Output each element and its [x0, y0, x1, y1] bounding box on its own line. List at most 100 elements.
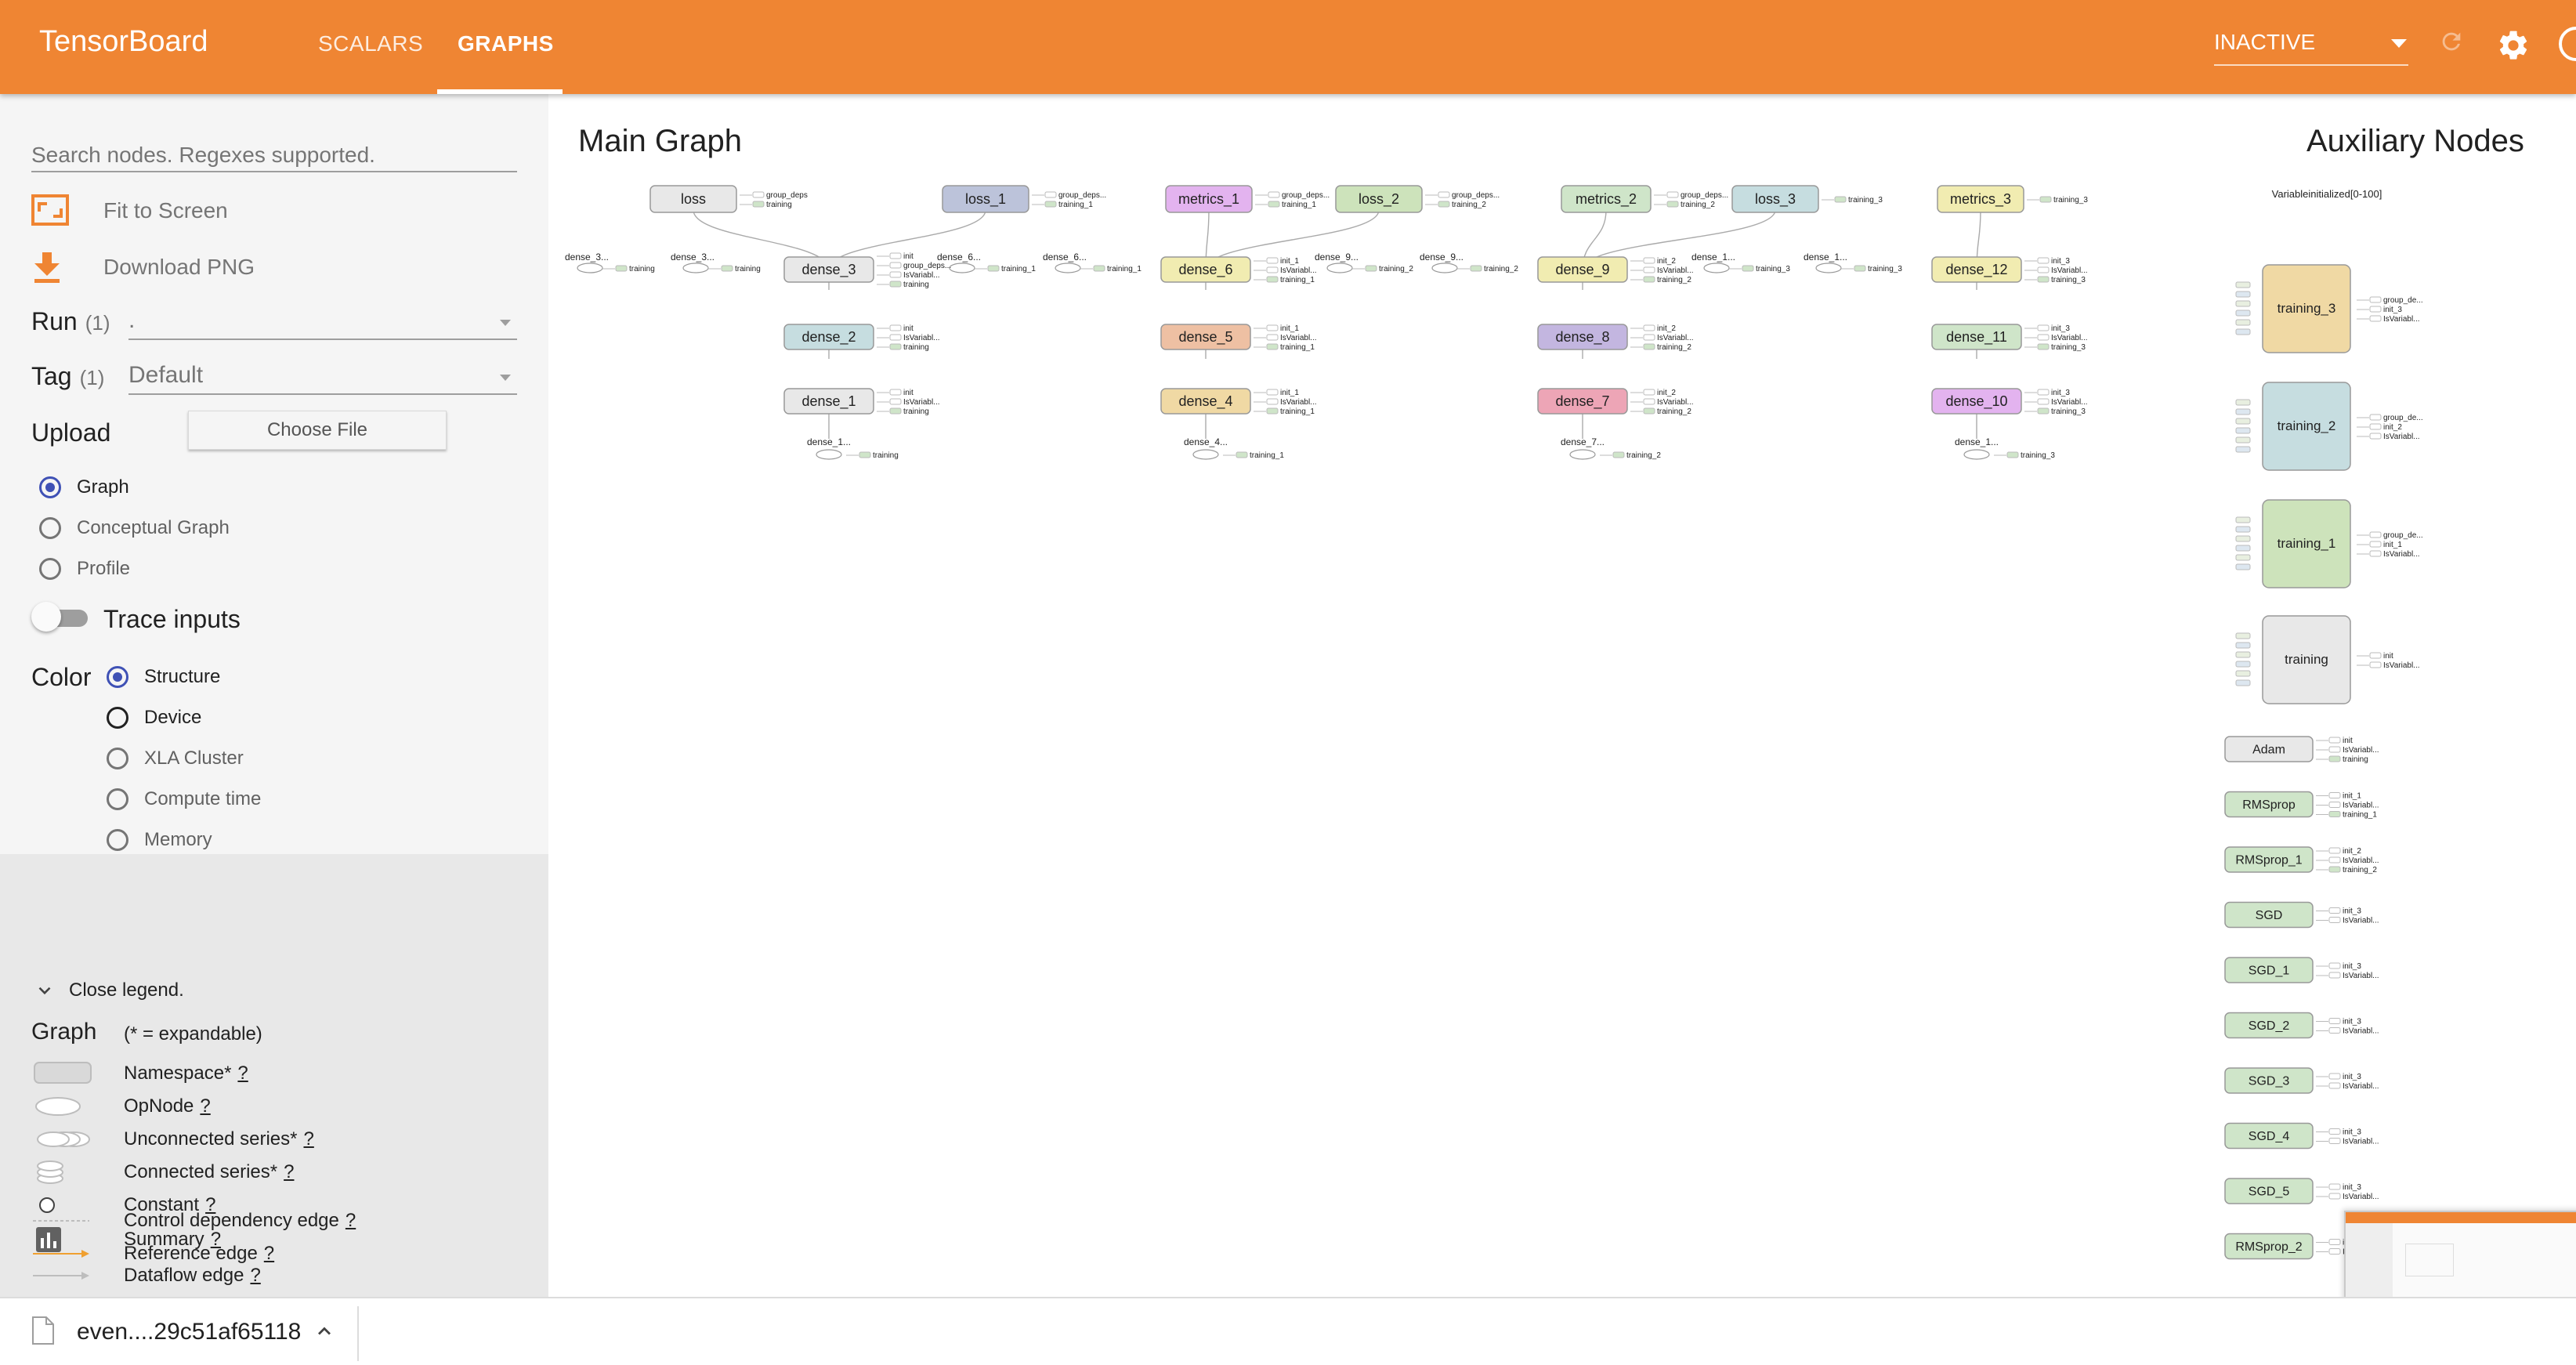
- graph-svg[interactable]: dense_3...trainingdense_3...trainingdens…: [548, 94, 2576, 1297]
- help-link[interactable]: ?: [200, 1095, 210, 1117]
- graph-canvas[interactable]: Main Graph Auxiliary Nodes dense_3... tra…: [548, 94, 2576, 1363]
- radio-color-structure[interactable]: Structure: [107, 666, 220, 688]
- gear-icon[interactable]: [2496, 28, 2531, 63]
- radio-color-xla-cluster[interactable]: XLA Cluster: [107, 748, 244, 769]
- series-node: [2235, 526, 2251, 533]
- node-label: SGD_4: [2249, 1130, 2290, 1143]
- reload-icon[interactable]: [2438, 28, 2465, 55]
- help-link[interactable]: ?: [303, 1128, 313, 1150]
- op-node[interactable]: dense_3... training: [565, 252, 655, 273]
- node-label: dense_4: [1178, 393, 1232, 410]
- tab-scalars[interactable]: SCALARS: [318, 31, 423, 56]
- series-node: [2328, 907, 2341, 914]
- aux-node-training_2[interactable]: training_2 group_de...init_2IsVariabl...: [2235, 382, 2423, 471]
- graph-node-dense_12[interactable]: dense_12 init_3IsVariabl...training_3: [1931, 256, 2088, 284]
- chevron-up-icon[interactable]: [313, 1320, 335, 1342]
- graph-node-loss_3[interactable]: loss_3 training_3: [1731, 185, 1883, 213]
- op-node[interactable]: dense_6... training_1: [937, 252, 1036, 273]
- op-node-shape: [1815, 262, 1842, 273]
- download-png-button[interactable]: Download PNG: [31, 248, 255, 287]
- graph-node-dense_4[interactable]: dense_4 init_1IsVariabl...training_1: [1160, 388, 1317, 416]
- side-node-label: training: [903, 281, 929, 289]
- aux-node-Adam[interactable]: Adam initIsVariabl...training: [2224, 736, 2379, 764]
- series-node: [1643, 324, 1655, 331]
- downloaded-file-name[interactable]: even....29c51af65118: [77, 1319, 301, 1345]
- aux-node-training[interactable]: training initIsVariabl...: [2235, 615, 2420, 704]
- help-icon[interactable]: [2559, 27, 2576, 61]
- series-node: [2328, 866, 2341, 873]
- aux-node-RMSprop_1[interactable]: RMSprop_1 init_2IsVariabl...training_2: [2224, 846, 2379, 874]
- radio-graph[interactable]: Graph: [39, 476, 129, 498]
- radio-profile-label: Profile: [77, 558, 131, 579]
- aux-node-SGD_5[interactable]: SGD_5 init_3IsVariabl...: [2224, 1178, 2379, 1204]
- op-node-shape: [1963, 449, 1990, 460]
- graph-node-dense_3[interactable]: dense_3 initgroup_deps...IsVariabl...trai…: [783, 252, 951, 289]
- op-node[interactable]: dense_4... training_1: [1184, 436, 1284, 460]
- choose-file-button[interactable]: Choose File: [188, 411, 447, 450]
- graph-node-dense_5[interactable]: dense_5 init_1IsVariabl...training_1: [1160, 324, 1317, 352]
- graph-node-loss[interactable]: loss group_depstraining: [649, 185, 808, 213]
- op-node[interactable]: dense_3... training: [671, 252, 761, 273]
- run-status-select[interactable]: INACTIVE: [2214, 30, 2315, 55]
- graph-node-dense_11[interactable]: dense_11 init_3IsVariabl...training_3: [1931, 324, 2088, 352]
- series-node: [1268, 191, 1280, 198]
- op-node-shape: [1192, 449, 1219, 460]
- node-label: metrics_3: [1950, 191, 2011, 208]
- help-link[interactable]: ?: [237, 1063, 248, 1084]
- aux-node-training_1[interactable]: training_1 group_de...init_1IsVariabl...: [2235, 499, 2423, 588]
- fit-to-screen-button[interactable]: Fit to Screen: [31, 191, 228, 230]
- op-node[interactable]: dense_6... training_1: [1043, 252, 1141, 273]
- radio-conceptual-graph[interactable]: Conceptual Graph: [39, 517, 230, 539]
- aux-node-SGD[interactable]: SGD init_3IsVariabl...: [2224, 901, 2379, 929]
- radio-profile[interactable]: Profile: [39, 558, 130, 580]
- op-node[interactable]: dense_9... training_2: [1315, 252, 1413, 273]
- run-count: (1): [85, 311, 110, 335]
- radio-color-memory[interactable]: Memory: [107, 829, 212, 851]
- op-node[interactable]: dense_7... training_2: [1561, 436, 1661, 460]
- aux-node-SGD_2[interactable]: SGD_2 init_3IsVariabl...: [2224, 1012, 2379, 1039]
- graph-node-dense_7[interactable]: dense_7 init_2IsVariabl...training_2: [1537, 388, 1694, 416]
- tab-graphs[interactable]: GRAPHS: [458, 31, 554, 56]
- chevron-down-icon[interactable]: [2391, 39, 2407, 48]
- help-link[interactable]: ?: [264, 1243, 274, 1264]
- op-node[interactable]: dense_1... training_3: [1955, 436, 2055, 460]
- series-node: [2006, 451, 2019, 458]
- series-node: [2328, 1239, 2341, 1245]
- graph-node-dense_1[interactable]: dense_1 initIsVariabl...training: [783, 388, 940, 416]
- aux-node-SGD_4[interactable]: SGD_4 init_3IsVariabl...: [2224, 1122, 2379, 1150]
- graph-node-metrics_1[interactable]: metrics_1 group_deps...training_1: [1165, 185, 1330, 213]
- aux-node-training_3[interactable]: training_3 group_de...init_3IsVariabl...: [2235, 264, 2423, 353]
- graph-node-dense_2[interactable]: dense_2 initIsVariabl...training: [783, 324, 940, 352]
- minimap-region: [2405, 1244, 2454, 1276]
- aux-node-SGD_1[interactable]: SGD_1 init_3IsVariabl...: [2224, 957, 2379, 983]
- radio-color-device[interactable]: Device: [107, 707, 201, 729]
- help-link[interactable]: ?: [250, 1265, 260, 1286]
- graph-node-dense_6[interactable]: dense_6 init_1IsVariabl...training_1: [1160, 256, 1317, 284]
- aux-node-SGD_3[interactable]: SGD_3 init_3IsVariabl...: [2224, 1067, 2379, 1094]
- help-link[interactable]: ?: [346, 1210, 356, 1231]
- tag-select[interactable]: Default: [128, 360, 517, 395]
- graph-node-dense_8[interactable]: dense_8 init_2IsVariabl...training_2: [1537, 324, 1694, 352]
- graph-node-loss_1[interactable]: loss_1 group_deps...training_1: [942, 185, 1106, 213]
- op-node[interactable]: dense_9... training_2: [1420, 252, 1518, 273]
- side-node-label: group_deps...: [1058, 191, 1106, 200]
- graph-node-metrics_3[interactable]: metrics_3 training_3: [1937, 185, 2088, 213]
- trace-inputs-toggle[interactable]: [31, 602, 88, 632]
- toggle-thumb: [31, 602, 61, 632]
- close-legend-button[interactable]: Close legend.: [34, 979, 184, 1001]
- run-select[interactable]: .: [128, 306, 517, 340]
- series-node: [1666, 191, 1679, 198]
- graph-node-loss_2[interactable]: loss_2 group_deps...training_2: [1335, 185, 1500, 213]
- graph-node-dense_10[interactable]: dense_10 init_3IsVariabl...training_3: [1931, 388, 2088, 416]
- help-link[interactable]: ?: [284, 1161, 294, 1182]
- series-node: [2328, 737, 2341, 744]
- op-node[interactable]: dense_1... training: [807, 436, 899, 460]
- aux-node-RMSprop[interactable]: RMSprop init_1IsVariabl...training_1: [2224, 791, 2379, 820]
- op-node[interactable]: dense_1... training_3: [1804, 252, 1902, 273]
- side-node-label: init_1: [2343, 792, 2361, 801]
- op-node[interactable]: dense_1... training_3: [1691, 252, 1790, 273]
- graph-node-metrics_2[interactable]: metrics_2 group_deps...training_2: [1561, 185, 1728, 213]
- radio-color-compute-time[interactable]: Compute time: [107, 788, 261, 810]
- graph-node-dense_9[interactable]: dense_9 init_2IsVariabl...training_2: [1537, 256, 1694, 284]
- search-nodes-input[interactable]: [31, 139, 517, 172]
